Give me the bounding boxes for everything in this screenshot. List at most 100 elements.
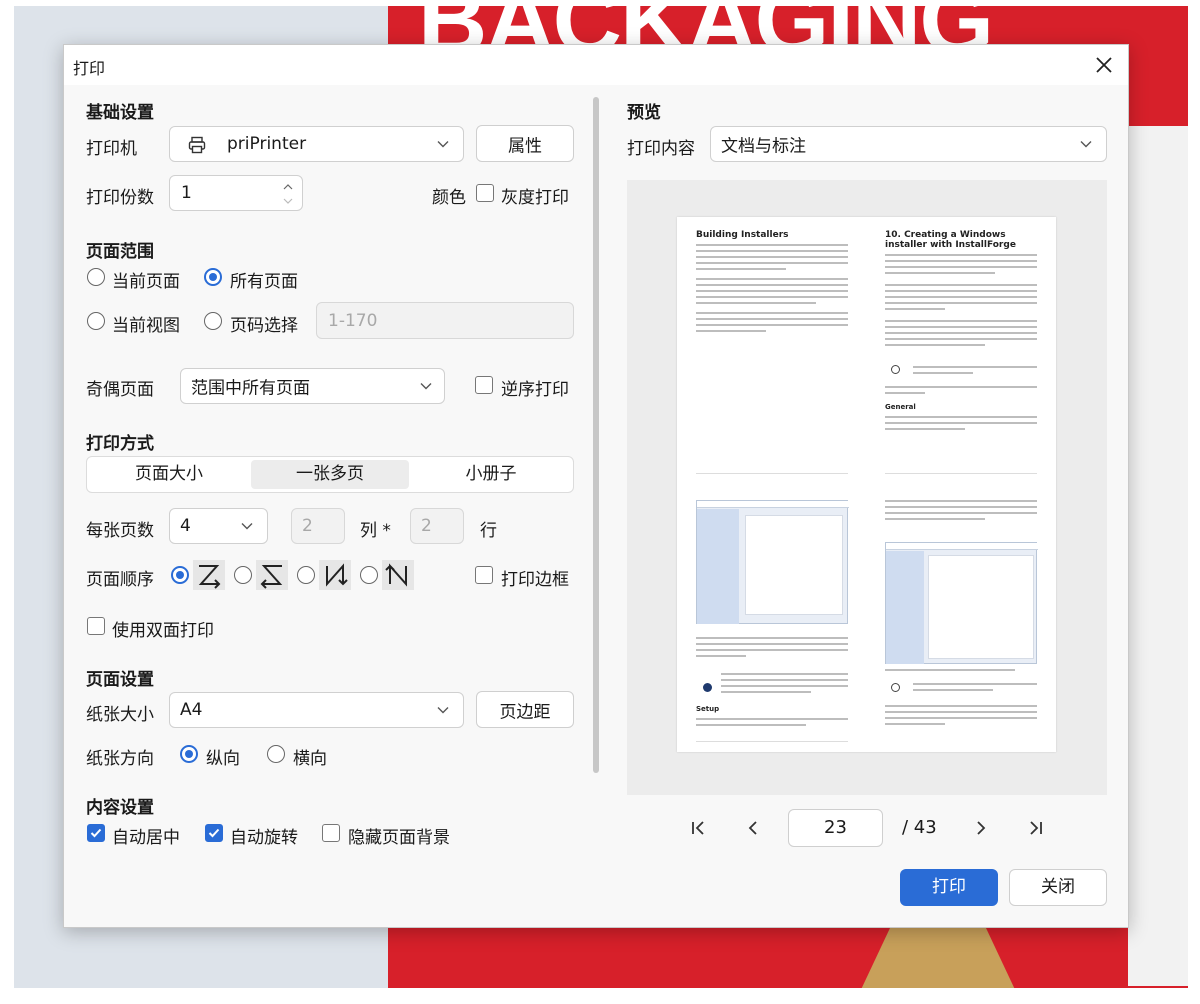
- text-line: [696, 244, 848, 246]
- current-view-radio[interactable]: [87, 312, 105, 330]
- text-line: [885, 296, 1037, 298]
- print-content-select[interactable]: 文档与标注: [710, 126, 1107, 162]
- text-line: [696, 324, 848, 326]
- lightbulb-icon: [891, 365, 900, 374]
- page-number-input[interactable]: 23: [788, 809, 883, 847]
- text-line: [885, 326, 1037, 328]
- order-reverse-z-radio[interactable]: [234, 566, 252, 584]
- auto-rotate-label: 自动旋转: [230, 828, 298, 848]
- grayscale-checkbox[interactable]: [476, 184, 494, 202]
- order-z-radio[interactable]: [171, 566, 189, 584]
- text-line: [721, 673, 848, 675]
- landscape-label: 横向: [293, 749, 327, 769]
- text-line: [885, 392, 925, 394]
- duplex-label: 使用双面打印: [112, 621, 214, 641]
- text-line: [913, 689, 993, 691]
- text-line: [696, 262, 848, 264]
- settings-scrollbar[interactable]: [593, 97, 599, 773]
- all-pages-radio[interactable]: [204, 268, 222, 286]
- text-line: [721, 685, 848, 687]
- text-line: [885, 711, 1037, 713]
- print-border-checkbox[interactable]: [475, 566, 493, 584]
- order-reverse-n-radio[interactable]: [360, 566, 378, 584]
- text-line: [696, 290, 848, 292]
- print-button[interactable]: 打印: [900, 869, 998, 906]
- tab-multi-page[interactable]: 一张多页: [251, 460, 409, 489]
- close-button[interactable]: 关闭: [1009, 869, 1107, 906]
- text-line: [721, 679, 848, 681]
- text-line: [885, 500, 1037, 502]
- pages-per-sheet-value: 4: [180, 516, 191, 536]
- pages-per-sheet-select[interactable]: 4: [169, 508, 268, 544]
- auto-rotate-checkbox[interactable]: [205, 824, 223, 842]
- rows-value: 2: [421, 516, 432, 536]
- text-line: [885, 332, 1037, 334]
- last-page-icon[interactable]: [1026, 818, 1046, 838]
- columns-label: 列 *: [360, 521, 391, 541]
- auto-center-checkbox[interactable]: [87, 824, 105, 842]
- previous-page-icon[interactable]: [743, 818, 763, 838]
- text-line: [696, 302, 816, 304]
- text-line: [913, 372, 973, 374]
- current-page-radio[interactable]: [87, 268, 105, 286]
- copies-input[interactable]: 1: [169, 175, 303, 211]
- text-line: [885, 386, 1037, 388]
- title-bar: 打印: [64, 45, 1128, 85]
- close-icon[interactable]: [1092, 53, 1116, 77]
- printer-select[interactable]: priPrinter: [169, 126, 464, 162]
- next-page-icon[interactable]: [971, 818, 991, 838]
- columns-value: 2: [302, 516, 313, 536]
- text-line: [885, 272, 995, 274]
- text-line: [885, 669, 1015, 671]
- tab-booklet[interactable]: 小册子: [412, 460, 570, 489]
- print-mode-heading: 打印方式: [86, 434, 154, 454]
- text-line: [885, 344, 985, 346]
- hide-background-checkbox[interactable]: [322, 824, 340, 842]
- auto-center-label: 自动居中: [112, 828, 180, 848]
- preview-sheet: Building Installers 10. Creating a Windo…: [677, 217, 1056, 752]
- stepper-arrows-icon[interactable]: [282, 181, 294, 207]
- page-select-placeholder: 1-170: [328, 310, 378, 331]
- text-line: [696, 256, 848, 258]
- duplex-checkbox[interactable]: [87, 617, 105, 635]
- text-line: [696, 649, 848, 651]
- odd-even-select[interactable]: 范围中所有页面: [180, 368, 445, 404]
- paper-size-select[interactable]: A4: [169, 692, 464, 728]
- properties-button[interactable]: 属性: [476, 125, 574, 162]
- info-icon: [703, 683, 712, 692]
- page-select-radio[interactable]: [204, 312, 222, 330]
- paper-size-label: 纸张大小: [86, 705, 154, 725]
- landscape-radio[interactable]: [267, 745, 285, 763]
- chevron-down-icon: [420, 383, 432, 390]
- text-line: [696, 312, 848, 314]
- portrait-radio[interactable]: [180, 745, 198, 763]
- margins-button-label: 页边距: [499, 702, 551, 722]
- page1-title: Building Installers: [696, 230, 789, 240]
- reverse-print-checkbox[interactable]: [475, 376, 493, 394]
- text-line: [913, 683, 1037, 685]
- text-line: [885, 705, 1037, 707]
- reverse-print-label: 逆序打印: [501, 380, 569, 400]
- margins-button[interactable]: 页边距: [476, 691, 574, 728]
- screenshot-figure: [696, 500, 849, 624]
- hide-background-label: 隐藏页面背景: [348, 828, 450, 848]
- color-label: 颜色: [432, 188, 466, 208]
- order-n-radio[interactable]: [297, 566, 315, 584]
- current-view-label: 当前视图: [112, 316, 180, 336]
- page3-subheading: Setup: [696, 705, 720, 713]
- columns-input[interactable]: 2: [291, 508, 345, 544]
- tab-page-size[interactable]: 页面大小: [90, 460, 248, 489]
- rows-input[interactable]: 2: [410, 508, 464, 544]
- text-line: [696, 643, 848, 645]
- current-page-label: 当前页面: [112, 272, 180, 292]
- text-line: [885, 254, 1037, 256]
- page-footer-rule: [696, 741, 848, 742]
- screenshot-figure: [885, 542, 1038, 664]
- text-line: [696, 637, 848, 639]
- page2-title: 10. Creating a Windows installer with In…: [885, 230, 1016, 250]
- preview-area: Building Installers 10. Creating a Windo…: [627, 180, 1107, 795]
- text-line: [885, 266, 1037, 268]
- first-page-icon[interactable]: [688, 818, 708, 838]
- copies-label: 打印份数: [86, 188, 154, 208]
- page-select-input[interactable]: 1-170: [316, 302, 574, 339]
